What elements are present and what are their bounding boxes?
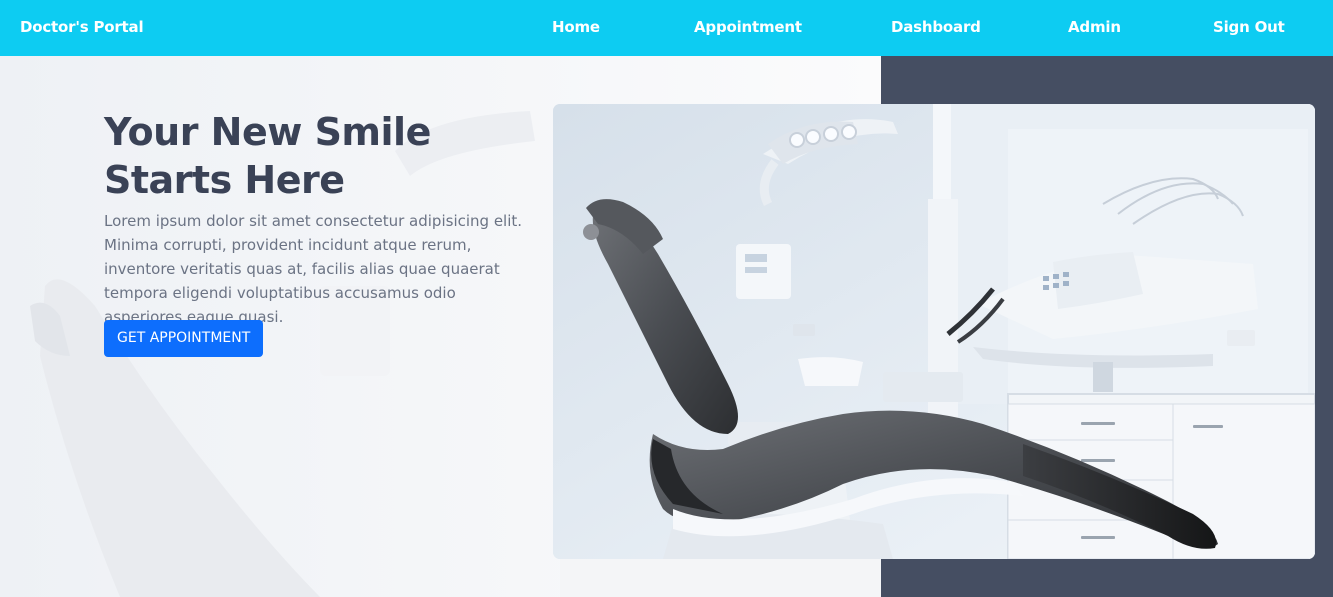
hero-title: Your New Smile Starts Here bbox=[104, 110, 431, 202]
nav-link-home[interactable]: Home bbox=[552, 18, 600, 36]
get-appointment-button[interactable]: GET APPOINTMENT bbox=[104, 320, 264, 357]
hero-description: Lorem ipsum dolor sit amet consectetur a… bbox=[104, 212, 523, 326]
dental-chair-photo bbox=[553, 104, 1315, 559]
navbar: Doctor's Portal Home Appointment Dashboa… bbox=[0, 0, 1333, 56]
nav-link-sign-out[interactable]: Sign Out bbox=[1213, 18, 1285, 36]
dental-chair-illustration bbox=[553, 104, 1315, 559]
brand-logo-link[interactable]: Doctor's Portal bbox=[20, 18, 144, 36]
nav-link-appointment[interactable]: Appointment bbox=[694, 18, 802, 36]
nav-link-admin[interactable]: Admin bbox=[1068, 18, 1121, 36]
nav-link-dashboard[interactable]: Dashboard bbox=[891, 18, 981, 36]
hero-section: Your New Smile Starts Here Lorem ipsum d… bbox=[0, 56, 1333, 597]
